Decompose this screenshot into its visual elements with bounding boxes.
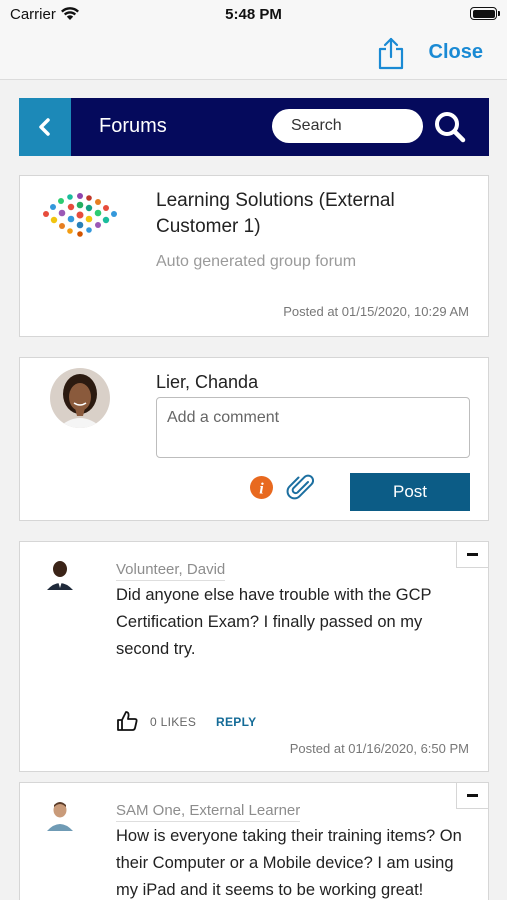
search-input[interactable] [272, 109, 423, 143]
paperclip-icon[interactable] [286, 473, 314, 501]
avatar [44, 799, 76, 831]
current-user-name: Lier, Chanda [156, 372, 259, 392]
minus-icon [467, 794, 478, 797]
avatar [50, 368, 110, 428]
back-button[interactable] [19, 98, 71, 156]
minus-icon [467, 553, 478, 556]
page-title: Forums [99, 115, 167, 137]
comment-input[interactable] [156, 397, 470, 458]
nav-bar: Close [0, 30, 507, 80]
share-icon[interactable] [376, 36, 406, 70]
collapse-button[interactable] [456, 542, 488, 568]
post-body: Did anyone else have trouble with the GC… [116, 586, 432, 658]
svg-text:i: i [259, 481, 264, 498]
close-button[interactable]: Close [429, 41, 483, 64]
battery-icon [470, 7, 500, 20]
info-icon[interactable]: i [250, 476, 273, 499]
reply-button[interactable]: REPLY [216, 715, 256, 729]
post-author[interactable]: Volunteer, David [116, 561, 226, 581]
post-body: How is everyone taking their training it… [116, 827, 462, 899]
group-card: Learning Solutions (External Customer 1)… [19, 175, 489, 337]
status-bar: Carrier 5:48 PM [0, 0, 507, 30]
collapse-button[interactable] [456, 783, 488, 809]
comment-composer: Lier, Chanda i Post [19, 357, 489, 521]
avatar [44, 558, 76, 590]
forum-post: Volunteer, David Did anyone else have tr… [19, 541, 489, 772]
post-button[interactable]: Post [350, 473, 470, 511]
group-posted-date: Posted at 01/15/2020, 10:29 AM [283, 304, 469, 319]
group-description: Auto generated group forum [156, 253, 357, 270]
group-thumbnail [38, 190, 122, 240]
forums-header: Forums [19, 98, 489, 156]
chevron-left-icon [39, 118, 50, 136]
group-title: Learning Solutions (External Customer 1) [156, 190, 395, 237]
clock: 5:48 PM [225, 6, 282, 23]
forum-post: SAM One, External Learner How is everyon… [19, 782, 489, 900]
post-posted-date: Posted at 01/16/2020, 6:50 PM [289, 741, 469, 756]
likes-count: 0 LIKES [150, 715, 197, 729]
search-icon[interactable] [433, 110, 467, 144]
thumbs-up-icon[interactable] [116, 710, 138, 732]
battery-level [472, 9, 495, 18]
post-author[interactable]: SAM One, External Learner [116, 802, 301, 822]
